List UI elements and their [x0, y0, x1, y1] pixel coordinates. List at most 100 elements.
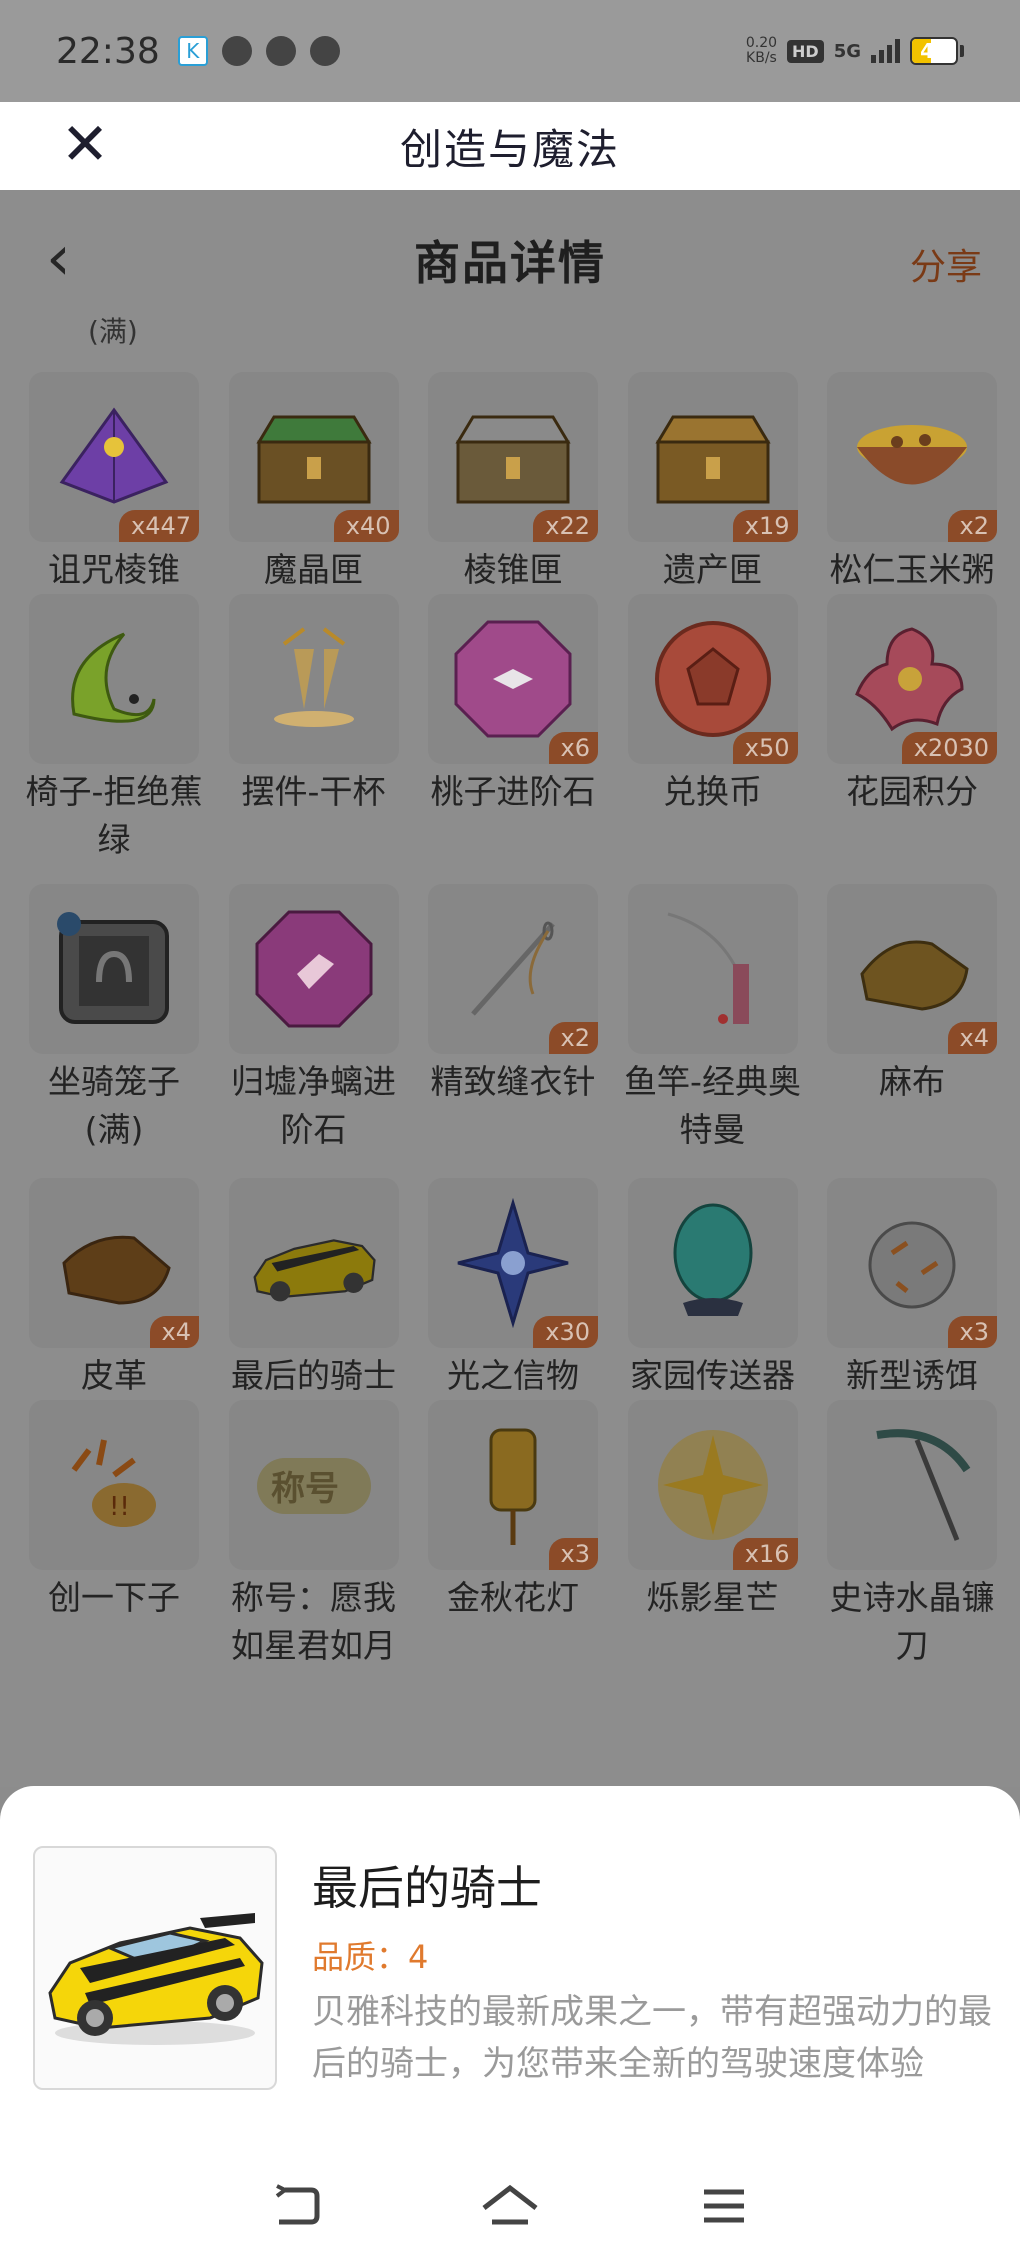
cheers-icon	[228, 594, 399, 764]
item-cell[interactable]: x4 皮革	[28, 1178, 200, 1400]
item-cell[interactable]: 摆件-干杯	[228, 594, 400, 884]
item-cell[interactable]: x2 松仁玉米粥	[826, 372, 998, 594]
rod-icon	[627, 884, 798, 1054]
menu-nav-icon[interactable]	[682, 2176, 766, 2236]
item-grid-row: x447 诅咒棱锥 x40 魔晶匣 x22 棱锥匣 x19 遗产匣 x2 松仁玉米粥	[28, 372, 998, 594]
item-name: 家园传送器	[630, 1356, 795, 1395]
item-cell[interactable]: x6 桃子进阶石	[427, 594, 599, 884]
gem-purple-icon	[228, 884, 399, 1054]
item-name: 魔晶匣	[264, 550, 363, 589]
item-cell[interactable]: x22 棱锥匣	[427, 372, 599, 594]
item-name: 摆件-干杯	[241, 772, 386, 811]
sparkle-icon: x16	[627, 1400, 798, 1570]
item-name: 坐骑笼子(满)	[48, 1062, 180, 1149]
chevron-left-icon[interactable]: ‹	[46, 227, 71, 289]
quantity-badge: x30	[533, 1316, 598, 1348]
item-cell[interactable]: 最后的骑士	[228, 1178, 400, 1400]
signal-bars-icon	[871, 39, 900, 63]
item-cell[interactable]: x30 光之信物	[427, 1178, 599, 1400]
chest-green-icon: x40	[228, 372, 399, 542]
item-cell[interactable]: 椅子-拒绝蕉绿	[26, 594, 202, 884]
car-icon	[48, 1913, 264, 2045]
item-cell[interactable]: 家园传送器	[627, 1178, 799, 1400]
item-name: 最后的骑士	[231, 1356, 396, 1395]
mini-program-title: 创造与魔法	[399, 124, 620, 174]
quantity-badge: x3	[548, 1538, 598, 1570]
scythe-icon	[827, 1400, 997, 1570]
item-cell[interactable]: 坐骑笼子(满)	[28, 884, 200, 1178]
share-button[interactable]: 分享	[910, 238, 982, 290]
quantity-badge: x2	[548, 1022, 598, 1054]
item-cell[interactable]: 史诗水晶镰刀	[826, 1400, 998, 1690]
flower-icon: x2030	[827, 594, 997, 764]
item-cell[interactable]: x50 兑换币	[627, 594, 799, 884]
item-name: 遗产匣	[663, 550, 762, 589]
quantity-badge: x6	[548, 732, 598, 764]
bowl-icon: x2	[827, 372, 997, 542]
item-name: 椅子-拒绝蕉绿	[25, 772, 203, 859]
bait-icon: x3	[827, 1178, 997, 1348]
item-name: 新型诱饵	[846, 1356, 978, 1395]
item-name: 松仁玉米粥	[829, 550, 995, 589]
item-description: 贝雅科技的最新成果之一，带有超强动力的最后的骑士，为您带来全新的驾驶速度体验	[312, 1992, 992, 2084]
item-name: 麻布	[879, 1062, 945, 1101]
item-cell[interactable]: x2030 花园积分	[826, 594, 998, 884]
quantity-badge: x4	[149, 1316, 199, 1348]
item-cell[interactable]: x447 诅咒棱锥	[28, 372, 200, 594]
page-navbar: ‹ 商品详情 分享	[0, 190, 1020, 330]
item-cell[interactable]: x16 烁影星芒	[627, 1400, 799, 1690]
cloth-icon: x4	[827, 884, 997, 1054]
item-cell[interactable]: !! 创一下子	[28, 1400, 200, 1690]
gem-bow-icon: x6	[428, 594, 598, 764]
quantity-badge: x16	[732, 1538, 798, 1570]
chest-silver-icon: x22	[428, 372, 598, 542]
item-cell[interactable]: x3 新型诱饵	[826, 1178, 998, 1400]
item-grid: x447 诅咒棱锥 x40 魔晶匣 x22 棱锥匣 x19 遗产匣 x2 松仁玉米粥椅子-拒绝蕉绿…	[26, 372, 998, 1690]
leather-icon: x4	[29, 1178, 199, 1348]
banana-icon	[29, 594, 199, 764]
star-crystal-icon: x30	[428, 1178, 598, 1348]
hd-badge: HD	[787, 39, 824, 63]
item-grid-row: !! 创一下子 称号 称号：愿我如星君如月 x3 金秋花灯 x16 烁影星芒 史诗水晶镰刀	[28, 1400, 998, 1690]
item-cell[interactable]: x2 精致缝衣针	[427, 884, 599, 1178]
close-icon[interactable]: ✕	[60, 114, 110, 174]
partial-item-label: (满)	[88, 315, 138, 348]
message-icon	[221, 36, 252, 66]
battery-icon: 44	[910, 37, 964, 65]
home-nav-icon[interactable]	[468, 2176, 552, 2236]
status-bar: 22:38 K 0.20 KB/s HD 5G 44	[0, 0, 1020, 102]
quantity-badge: x50	[732, 732, 798, 764]
quantity-badge: x2	[947, 510, 997, 542]
quantity-badge: x40	[333, 510, 399, 542]
item-name: 花园积分	[846, 772, 978, 811]
item-name: 称号：愿我如星君如月	[231, 1578, 396, 1665]
item-title: 最后的骑士	[312, 1861, 542, 1915]
item-cell[interactable]: x4 麻布	[826, 884, 998, 1178]
needle-icon: x2	[428, 884, 598, 1054]
title-icon: 称号	[228, 1400, 399, 1570]
signal-type: 5G	[833, 40, 861, 62]
item-name: 皮革	[81, 1356, 147, 1395]
mini-program-header: ✕ 创造与魔法	[0, 102, 1020, 190]
item-cell[interactable]: 归墟净螭进阶石	[228, 884, 400, 1178]
network-speed: 0.20 KB/s	[745, 35, 778, 66]
item-cell[interactable]: x40 魔晶匣	[228, 372, 400, 594]
back-nav-icon[interactable]	[254, 2176, 338, 2236]
cage-icon	[29, 884, 199, 1054]
item-cell[interactable]: 鱼竿-经典奥特曼	[624, 884, 801, 1178]
item-cell[interactable]: x19 遗产匣	[627, 372, 799, 594]
item-name: 精致缝衣针	[430, 1062, 596, 1101]
chest-gold-icon: x19	[627, 372, 798, 542]
item-image	[33, 1846, 277, 2090]
product-detail-page: ‹ 商品详情 分享 (满) x447 诅咒棱锥 x40 魔晶匣 x22 棱锥匣 x19 遗产匣…	[0, 190, 1020, 1787]
item-cell[interactable]: x3 金秋花灯	[427, 1400, 599, 1690]
item-name: 兑换币	[663, 772, 762, 811]
item-name: 诅咒棱锥	[48, 550, 180, 589]
quantity-badge: x19	[732, 510, 798, 542]
egg-icon	[627, 1178, 798, 1348]
item-cell[interactable]: 称号 称号：愿我如星君如月	[228, 1400, 400, 1690]
quantity-badge: x447	[118, 510, 199, 542]
quantity-badge: x4	[947, 1022, 997, 1054]
item-grid-row: 坐骑笼子(满) 归墟净螭进阶石 x2 精致缝衣针 鱼竿-经典奥特曼 x4 麻布	[28, 884, 998, 1178]
app-notification-icon	[309, 36, 340, 66]
